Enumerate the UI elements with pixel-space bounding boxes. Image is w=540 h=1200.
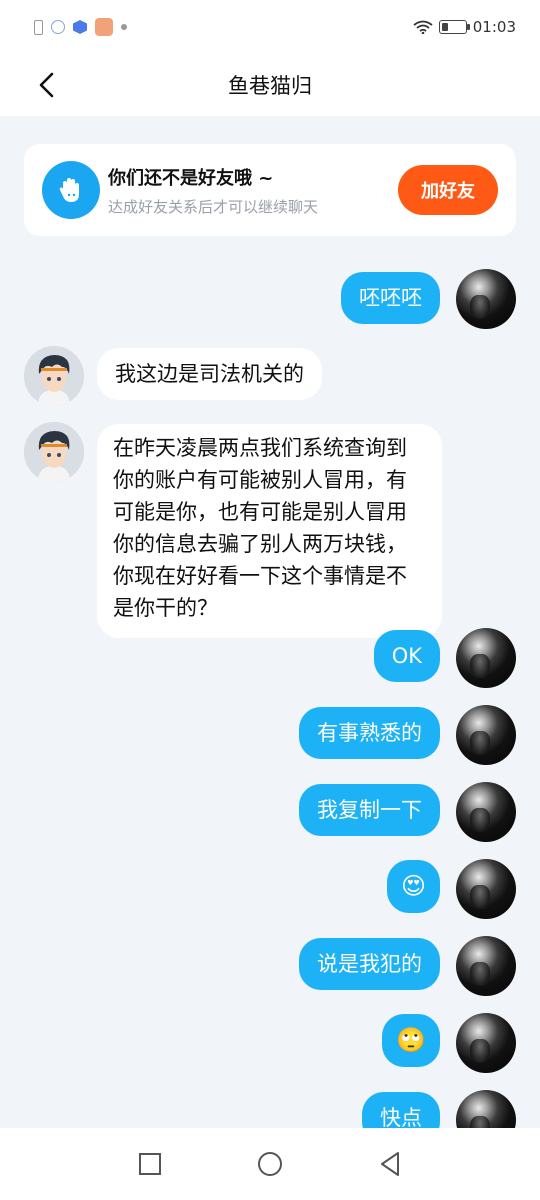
status-time: 01:03: [472, 18, 516, 36]
system-nav-bar: [0, 1128, 540, 1200]
chevron-left-icon: [39, 72, 54, 98]
dot-icon: [121, 24, 127, 30]
home-button[interactable]: [250, 1144, 290, 1184]
waving-hand-icon: [42, 161, 100, 219]
heart-eyes-emoji: 😍: [400, 872, 426, 900]
battery-icon: [438, 20, 470, 34]
message-bubble-outgoing[interactable]: OK: [373, 630, 440, 682]
message-bubble-incoming[interactable]: 在昨天凌晨两点我们系统查询到你的账户有可能被别人冒用，有可能是你，也有可能是别人…: [97, 424, 442, 638]
my-avatar[interactable]: [456, 936, 516, 996]
recents-button[interactable]: [130, 1144, 170, 1184]
anime-boy-avatar-icon: [24, 422, 84, 482]
message-text: 快点: [380, 1106, 422, 1130]
app-icon: [95, 18, 113, 36]
banner-title: 你们还不是好友哦 ~: [108, 167, 274, 189]
my-avatar[interactable]: [456, 782, 516, 842]
message-bubble-incoming[interactable]: 我这边是司法机关的: [97, 348, 322, 400]
my-avatar[interactable]: [456, 705, 516, 765]
banner-subtitle: 达成好友关系后才可以继续聊天: [108, 197, 319, 216]
add-friend-banner: 你们还不是好友哦 ~ 达成好友关系后才可以继续聊天 加好友: [24, 144, 516, 236]
message-text: 说是我犯的: [317, 952, 422, 976]
banner-texts: 你们还不是好友哦 ~ 达成好友关系后才可以继续聊天: [108, 164, 398, 217]
circle-home-icon: [258, 1152, 282, 1176]
message-bubble-outgoing[interactable]: 我复制一下: [299, 784, 440, 836]
message-text: 我这边是司法机关的: [115, 362, 304, 386]
square-recents-icon: [139, 1153, 161, 1175]
contact-avatar[interactable]: [24, 346, 84, 406]
message-bubble-outgoing[interactable]: 说是我犯的: [299, 938, 440, 990]
message-text: 呸呸呸: [359, 286, 422, 310]
shield-app-icon: [73, 20, 87, 34]
message-bubble-outgoing[interactable]: 🙄: [382, 1014, 440, 1067]
chat-title: 鱼巷猫归: [228, 74, 312, 98]
status-bar: 01:03: [0, 0, 540, 54]
wifi-icon: [413, 20, 433, 34]
my-avatar[interactable]: [456, 1013, 516, 1073]
chat-header: 鱼巷猫归: [0, 54, 540, 116]
status-left: [34, 18, 127, 36]
triangle-back-icon: [381, 1152, 399, 1176]
add-friend-button[interactable]: 加好友: [398, 165, 498, 215]
message-bubble-outgoing[interactable]: 😍: [386, 860, 440, 913]
message-bubble-outgoing[interactable]: 呸呸呸: [341, 272, 440, 324]
my-avatar[interactable]: [456, 628, 516, 688]
message-text: 我复制一下: [317, 798, 422, 822]
back-button[interactable]: [30, 68, 64, 102]
my-avatar[interactable]: [456, 859, 516, 919]
my-avatar[interactable]: [456, 269, 516, 329]
system-back-button[interactable]: [370, 1144, 410, 1184]
battery-saver-icon: [34, 19, 43, 35]
message-text: 有事熟悉的: [317, 721, 422, 745]
anime-boy-avatar-icon: [24, 346, 84, 406]
message-text: OK: [391, 644, 422, 668]
message-text: 在昨天凌晨两点我们系统查询到你的账户有可能被别人冒用，有可能是你，也有可能是别人…: [113, 436, 407, 620]
contact-avatar[interactable]: [24, 422, 84, 482]
message-bubble-outgoing[interactable]: 有事熟悉的: [299, 707, 440, 759]
messenger-icon: [51, 20, 65, 34]
status-right: 01:03: [413, 18, 516, 36]
eye-roll-emoji: 🙄: [396, 1026, 426, 1054]
